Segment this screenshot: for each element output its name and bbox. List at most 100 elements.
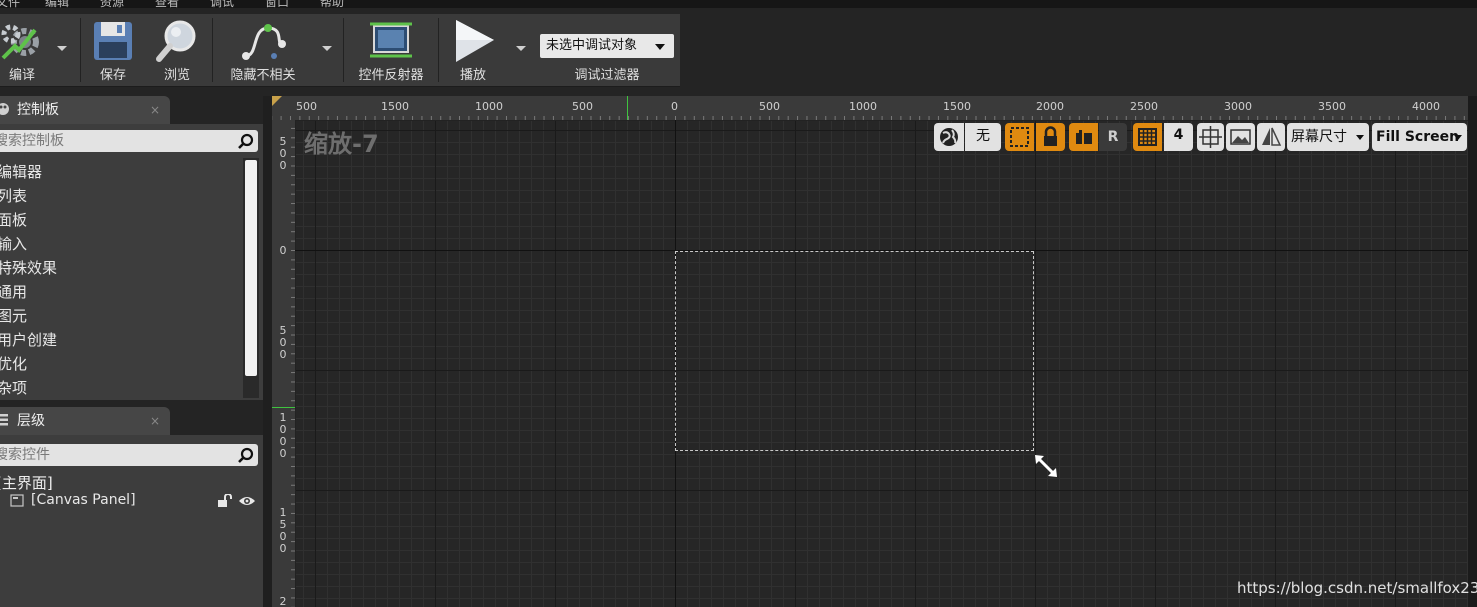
toolbar-separator bbox=[212, 18, 213, 82]
tab-hierarchy[interactable]: 层级 × bbox=[0, 407, 170, 435]
close-icon[interactable]: × bbox=[150, 96, 160, 124]
zoom-to-fit-icon bbox=[1199, 126, 1222, 148]
respect-lock-group: R bbox=[1069, 123, 1127, 151]
toolbar-separator bbox=[80, 18, 81, 82]
palette-search-input[interactable]: 搜索控制板 bbox=[0, 130, 258, 152]
palette-category[interactable]: 图元 bbox=[0, 304, 240, 328]
r-toggle[interactable]: R bbox=[1099, 123, 1127, 151]
menu-debug[interactable]: 调试 bbox=[210, 0, 234, 8]
palette-category[interactable]: 特殊效果 bbox=[0, 256, 240, 280]
flip-direction-button[interactable] bbox=[1257, 123, 1285, 151]
menu-asset[interactable]: 资源 bbox=[100, 0, 124, 8]
resize-arrow-icon[interactable] bbox=[1034, 454, 1058, 478]
compile-label: 编译 bbox=[8, 68, 35, 83]
ruler-tick: 1000 bbox=[279, 411, 287, 460]
image-icon bbox=[1230, 129, 1251, 145]
debug-filter-label: 调试过滤器 bbox=[574, 68, 640, 83]
background-image-button[interactable] bbox=[1226, 123, 1255, 151]
widget-reflector-icon bbox=[370, 22, 412, 58]
palette-search-placeholder: 搜索控制板 bbox=[0, 133, 64, 149]
hierarchy-search-input[interactable]: 搜索控件 bbox=[0, 444, 258, 466]
ruler-cursor-marker bbox=[272, 407, 295, 408]
compile-button[interactable]: 编译 bbox=[0, 14, 50, 86]
ruler-tick: 500 bbox=[296, 100, 317, 113]
menu-view[interactable]: 查看 bbox=[155, 0, 179, 8]
culture-value: 无 bbox=[976, 128, 990, 144]
designer-canvas[interactable]: 500 1500 1000 500 0 500 1000 1500 2000 2… bbox=[272, 96, 1468, 607]
canvas-selection-bounds[interactable] bbox=[675, 251, 1034, 451]
palette-category[interactable]: 通用 bbox=[0, 280, 240, 304]
hide-unrelated-dropdown[interactable] bbox=[322, 46, 332, 51]
hide-unrelated-button[interactable]: 隐藏不相关 bbox=[222, 14, 304, 86]
search-icon bbox=[238, 447, 254, 463]
ruler-tick: 2 bbox=[279, 595, 287, 607]
palette-scrollbar[interactable] bbox=[243, 158, 259, 398]
compile-options-dropdown[interactable] bbox=[57, 46, 67, 51]
screen-size-dropdown[interactable]: 屏幕尺寸 bbox=[1287, 123, 1369, 151]
screen-size-label: 屏幕尺寸 bbox=[1291, 129, 1347, 145]
toolbar-separator bbox=[343, 18, 344, 82]
ruler-tick: 1000 bbox=[849, 100, 877, 113]
grid-size-select[interactable]: 4 bbox=[1164, 123, 1193, 151]
menu-window[interactable]: 窗口 bbox=[265, 0, 289, 8]
palette-category[interactable]: 优化 bbox=[0, 352, 240, 376]
layout-toggle[interactable] bbox=[1069, 123, 1098, 151]
play-label: 播放 bbox=[459, 68, 486, 83]
ruler-tick: 500 bbox=[279, 135, 287, 172]
grid-snap-toggle[interactable] bbox=[1133, 123, 1162, 151]
palette-category[interactable]: 用户创建 bbox=[0, 328, 240, 352]
save-button[interactable]: 保存 bbox=[88, 14, 138, 86]
globe-button[interactable] bbox=[934, 123, 964, 151]
save-label: 保存 bbox=[99, 68, 126, 83]
ruler-tick: 2500 bbox=[1130, 100, 1158, 113]
vertical-ruler: 500 0 500 1000 1500 2 bbox=[272, 120, 296, 607]
ruler-tick: 2000 bbox=[1036, 100, 1064, 113]
debug-object-select[interactable]: 未选中调试对象 bbox=[540, 34, 674, 58]
ruler-tick: 1500 bbox=[381, 100, 409, 113]
palette-category-list: 编辑器 列表 面板 输入 特殊效果 通用 图元 用户创建 优化 杂项 bbox=[0, 160, 240, 400]
hierarchy-search-placeholder: 搜索控件 bbox=[0, 447, 50, 463]
palette-category[interactable]: 面板 bbox=[0, 208, 240, 232]
widget-reflector-button[interactable]: 控件反射器 bbox=[350, 14, 432, 86]
menu-edit[interactable]: 编辑 bbox=[45, 0, 69, 8]
fill-screen-dropdown[interactable]: Fill Screen bbox=[1372, 123, 1467, 151]
palette-category[interactable]: 列表 bbox=[0, 184, 240, 208]
zoom-to-fit-button[interactable] bbox=[1197, 123, 1224, 151]
play-button[interactable]: 播放 bbox=[445, 14, 501, 86]
culture-select[interactable]: 无 bbox=[965, 123, 1001, 151]
hierarchy-tab-label: 层级 bbox=[17, 413, 45, 429]
scrollbar-thumb[interactable] bbox=[245, 160, 257, 376]
horizontal-ruler: 500 1500 1000 500 0 500 1000 1500 2000 2… bbox=[272, 96, 1468, 121]
ruler-tick: 500 bbox=[759, 100, 780, 113]
close-icon[interactable]: × bbox=[150, 407, 160, 435]
hide-unrelated-label: 隐藏不相关 bbox=[230, 68, 296, 83]
layout-icon bbox=[1076, 130, 1092, 144]
grid-size-value: 4 bbox=[1173, 127, 1184, 143]
hierarchy-root[interactable]: [主界面] bbox=[0, 472, 53, 493]
compile-gear-icon bbox=[1, 24, 39, 60]
bounds-toggle[interactable] bbox=[1005, 123, 1034, 151]
r-label: R bbox=[1107, 129, 1119, 145]
menu-file[interactable]: 文件 bbox=[0, 0, 20, 8]
ruler-tick: 0 bbox=[279, 244, 287, 257]
palette-category[interactable]: 输入 bbox=[0, 232, 240, 256]
menu-help[interactable]: 帮助 bbox=[320, 0, 344, 8]
hierarchy-panel: 搜索控件 bbox=[0, 435, 263, 607]
ruler-corner bbox=[272, 96, 282, 106]
browse-button[interactable]: 浏览 bbox=[152, 14, 202, 86]
lock-toggle[interactable] bbox=[1036, 123, 1065, 151]
node-graph-icon bbox=[242, 24, 286, 60]
ruler-tick: 0 bbox=[671, 100, 678, 113]
panel-splitter[interactable] bbox=[263, 96, 272, 607]
grid-icon bbox=[1138, 128, 1157, 146]
play-icon bbox=[456, 20, 494, 62]
lock-icon bbox=[1044, 126, 1057, 146]
main-toolbar: 编译 保存 浏览 隐藏不相关 控件反射器 播放 未选中调试对象 调试过滤器 bbox=[0, 14, 680, 87]
play-options-dropdown[interactable] bbox=[516, 46, 526, 51]
visibility-eye-icon[interactable] bbox=[238, 494, 256, 508]
palette-category[interactable]: 编辑器 bbox=[0, 160, 240, 184]
unlock-icon[interactable] bbox=[217, 494, 233, 508]
tab-palette[interactable]: 控制板 × bbox=[0, 96, 170, 124]
ruler-tick: 3500 bbox=[1318, 100, 1346, 113]
palette-category[interactable]: 杂项 bbox=[0, 376, 240, 400]
